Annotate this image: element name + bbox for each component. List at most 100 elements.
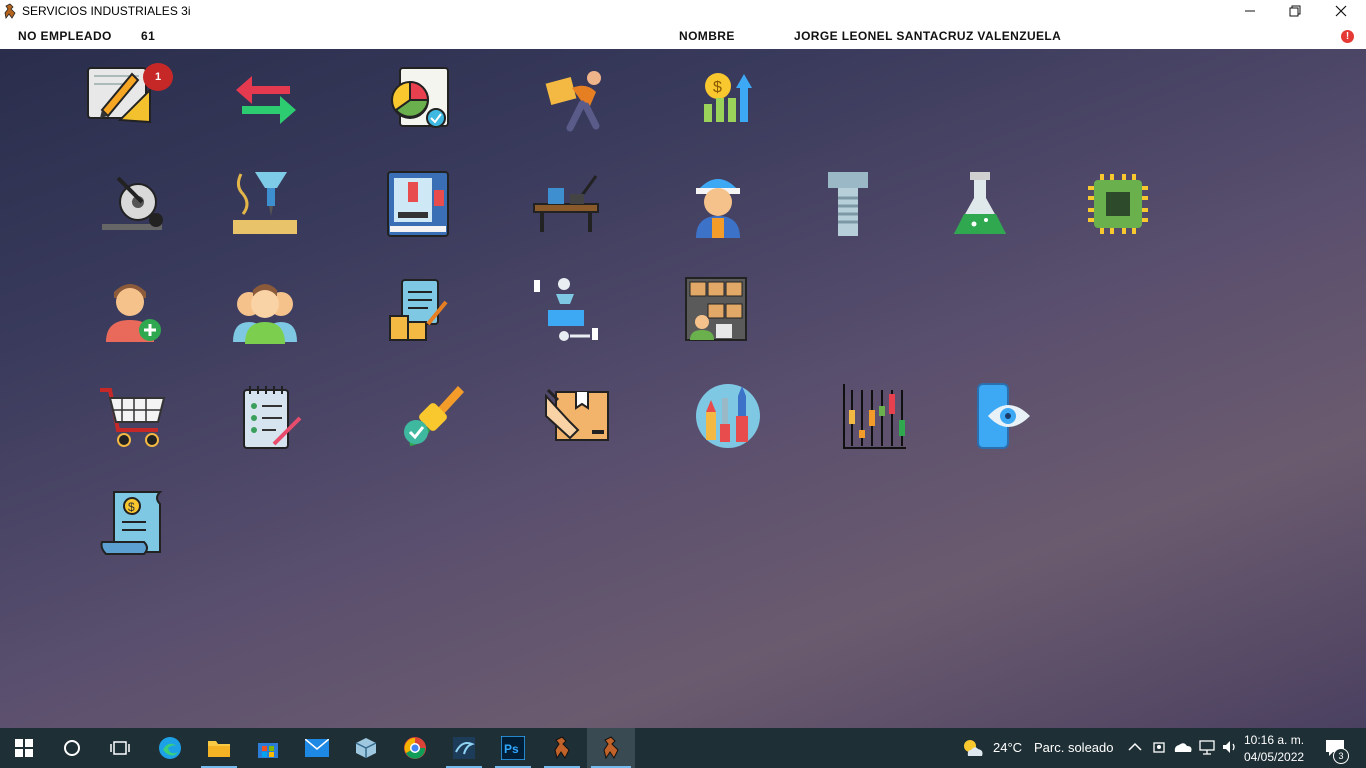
tile-notepad[interactable]: [236, 382, 308, 454]
restore-button[interactable]: [1272, 0, 1318, 22]
network-icon[interactable]: [1199, 739, 1215, 755]
task-view-icon: [110, 741, 130, 755]
notification-badge: 1: [143, 63, 173, 91]
close-button[interactable]: [1318, 0, 1364, 22]
process-flow-icon: [534, 278, 598, 341]
minimize-icon: [1245, 10, 1255, 12]
mysql-workbench-icon: [453, 737, 475, 759]
tile-finance[interactable]: $: [692, 62, 764, 134]
tile-bolt[interactable]: [812, 168, 884, 240]
transfer-arrows-icon: [236, 76, 296, 124]
tile-tools[interactable]: [692, 380, 764, 452]
mail-icon: [305, 739, 329, 757]
mail-button[interactable]: [293, 728, 341, 768]
tile-package-handshake[interactable]: [542, 382, 614, 454]
tile-candlestick-chart[interactable]: [838, 380, 910, 452]
app-3i-active-button[interactable]: [587, 728, 635, 768]
tile-inventory-checklist[interactable]: [384, 274, 456, 346]
app-logo-icon: [4, 3, 16, 19]
volume-icon[interactable]: [1222, 739, 1238, 755]
tile-process-flow[interactable]: [530, 274, 602, 346]
edge-icon: [159, 737, 181, 759]
tile-worker[interactable]: [682, 168, 754, 240]
milling-machine-icon: [233, 172, 297, 234]
finance-growth-icon: $: [704, 73, 752, 122]
invoice-scroll-icon: $: [100, 491, 163, 555]
minimize-button[interactable]: [1227, 0, 1273, 22]
delivery-person-icon: [545, 71, 601, 132]
app-3i-active-icon: [603, 736, 619, 760]
store-icon: [258, 743, 278, 758]
tools-icon: [696, 384, 760, 448]
window-title: SERVICIOS INDUSTRIALES 3i: [22, 4, 191, 18]
tile-warehouse[interactable]: [682, 274, 754, 346]
employee-number-value: 61: [141, 29, 156, 43]
notepad-checklist-icon: [243, 386, 302, 449]
chrome-button[interactable]: [391, 728, 439, 768]
taskbar: Ps 24°C Parc. soleado 10:16 a. m. 04/05/…: [0, 728, 1366, 768]
edge-button[interactable]: [146, 728, 194, 768]
tile-chip[interactable]: [1082, 168, 1154, 240]
mobile-view-icon: [977, 383, 1030, 449]
tile-cutting-saw[interactable]: [96, 168, 168, 240]
svg-text:$: $: [128, 500, 135, 514]
tile-transfer[interactable]: [230, 62, 302, 134]
tile-workbench[interactable]: [530, 168, 602, 240]
tile-delivery[interactable]: [540, 62, 612, 134]
onedrive-icon[interactable]: [1173, 740, 1193, 754]
start-button[interactable]: [0, 728, 48, 768]
search-button[interactable]: [48, 728, 96, 768]
package-handshake-icon: [545, 388, 609, 441]
tile-cnc[interactable]: [384, 168, 456, 240]
add-user-icon: [106, 284, 161, 342]
tile-report[interactable]: [384, 62, 456, 134]
chrome-icon: [404, 737, 426, 759]
box-app-button[interactable]: [342, 728, 390, 768]
employee-number-label: NO EMPLEADO: [18, 29, 112, 43]
weather-desc[interactable]: Parc. soleado: [1034, 740, 1114, 755]
alert-icon[interactable]: !: [1341, 30, 1354, 43]
file-explorer-button[interactable]: [195, 728, 243, 768]
photoshop-button[interactable]: Ps: [489, 728, 537, 768]
bolt-icon: [828, 172, 868, 236]
weather-icon[interactable]: [962, 738, 984, 758]
tile-milling[interactable]: [229, 168, 301, 240]
box-app-icon: [355, 738, 377, 758]
title-bar: SERVICIOS INDUSTRIALES 3i: [0, 0, 1366, 22]
start-icon: [15, 739, 33, 757]
file-explorer-icon: [208, 741, 230, 757]
name-label: NOMBRE: [679, 29, 735, 43]
flask-icon: [954, 172, 1006, 234]
workbench-icon: [533, 175, 599, 232]
users-group-icon: [233, 284, 297, 344]
search-icon: [64, 740, 80, 756]
taskbar-clock[interactable]: 10:16 a. m. 04/05/2022: [1244, 732, 1304, 766]
employee-header: NO EMPLEADO 61 NOMBRE JORGE LEONEL SANTA…: [0, 22, 1366, 49]
tile-add-user[interactable]: [96, 274, 168, 346]
chip-icon: [1088, 174, 1148, 234]
shopping-cart-icon: [100, 388, 166, 447]
chevron-up-icon[interactable]: [1128, 742, 1142, 752]
svg-text:$: $: [713, 79, 722, 96]
name-value: JORGE LEONEL SANTACRUZ VALENZUELA: [794, 29, 1062, 43]
store-button[interactable]: [244, 728, 292, 768]
candlestick-chart-icon: [843, 384, 906, 449]
close-icon: [1335, 5, 1347, 17]
svg-text:Ps: Ps: [504, 742, 519, 756]
task-view-button[interactable]: [96, 728, 144, 768]
main-menu-area: [0, 49, 1366, 728]
meet-now-icon[interactable]: [1152, 739, 1166, 755]
weather-temp[interactable]: 24°C: [993, 740, 1022, 755]
mysql-workbench-button[interactable]: [440, 728, 488, 768]
worker-icon: [696, 179, 740, 238]
tile-invoice[interactable]: $: [96, 486, 168, 558]
paint-brush-icon: [404, 386, 464, 446]
app-3i-icon: [554, 736, 570, 760]
clock-time: 10:16 a. m.: [1244, 733, 1305, 747]
tile-users[interactable]: [229, 274, 301, 346]
tile-paint-brush[interactable]: [396, 380, 468, 452]
tile-shopping-cart[interactable]: [96, 380, 168, 452]
app-3i-button[interactable]: [538, 728, 586, 768]
tile-flask[interactable]: [944, 168, 1016, 240]
tile-mobile-view[interactable]: [968, 380, 1040, 452]
